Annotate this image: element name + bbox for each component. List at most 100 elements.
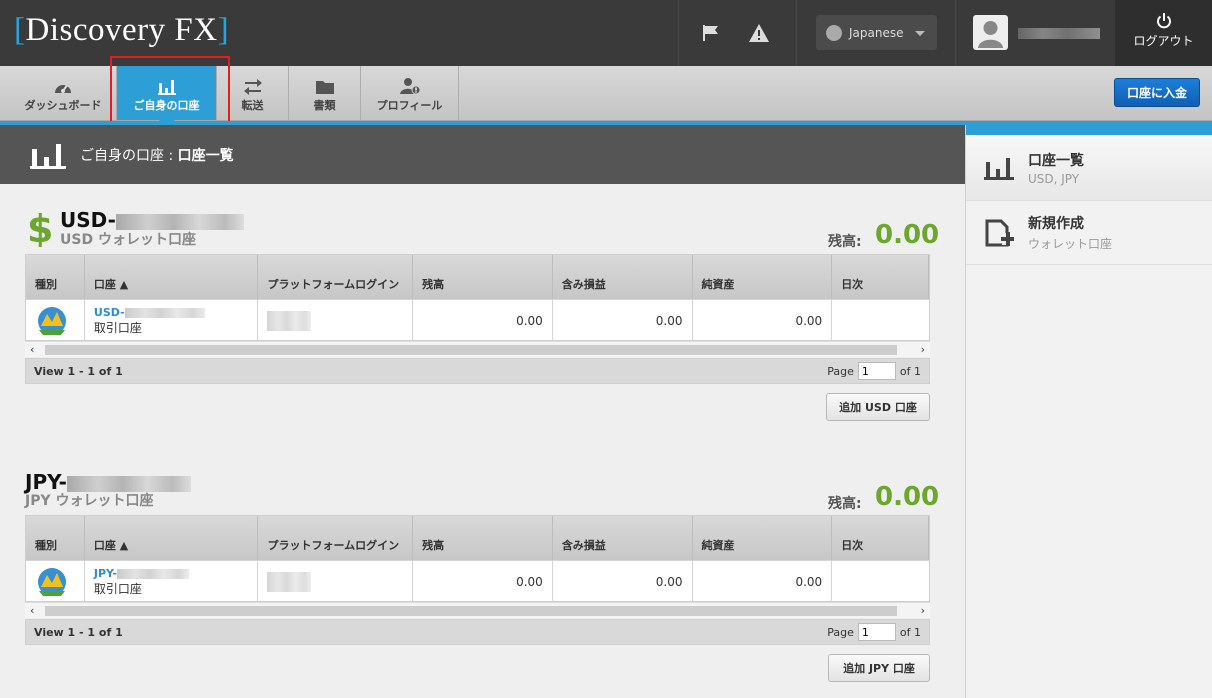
chevron-left-icon[interactable]: ‹ xyxy=(30,604,34,617)
logout-label: ログアウト xyxy=(1133,34,1194,48)
nav-label: 転送 xyxy=(241,99,264,112)
avatar[interactable] xyxy=(973,15,1008,50)
folder-icon xyxy=(289,77,360,95)
balance-label: 残高: xyxy=(828,496,862,512)
page-title: ご自身の口座 : 口座一覧 xyxy=(80,147,234,164)
col-unrealized[interactable]: 含み損益 xyxy=(553,255,693,299)
chevron-left-icon[interactable]: ‹ xyxy=(30,343,34,356)
col-balance[interactable]: 残高 xyxy=(413,516,553,560)
transfer-icon xyxy=(217,77,288,95)
col-equity[interactable]: 純資産 xyxy=(693,255,833,299)
bar-chart-icon xyxy=(30,143,66,169)
metatrader-icon xyxy=(38,306,66,335)
pager: View 1 - 1 of 1 Page of 1 xyxy=(25,619,930,645)
col-equity[interactable]: 純資産 xyxy=(693,516,833,560)
col-daily[interactable]: 日次 xyxy=(832,255,929,299)
usd-wallet-subtitle: USD ウォレット口座 xyxy=(60,232,196,248)
col-platform-login[interactable]: プラットフォームログイン xyxy=(258,255,414,299)
horizontal-scrollbar[interactable]: ‹ › xyxy=(25,602,930,618)
header-divider xyxy=(796,0,797,66)
daily-cell xyxy=(832,561,929,602)
col-account[interactable]: 口座 ▲ xyxy=(85,516,259,560)
add-jpy-account-button[interactable]: 追加 JPY 口座 xyxy=(828,654,930,682)
sidebar: 口座一覧 USD, JPY 新規作成 ウォレット口座 xyxy=(965,125,1212,698)
col-platform-login[interactable]: プラットフォームログイン xyxy=(258,516,414,560)
nav-documents[interactable]: 書類 xyxy=(289,66,361,120)
nav-transfer[interactable]: 転送 xyxy=(217,66,289,120)
account-type: 取引口座 xyxy=(93,321,142,335)
balance-value: 0.00 xyxy=(875,482,940,512)
col-type[interactable]: 種別 xyxy=(26,255,85,299)
sidebar-item-subtitle: ウォレット口座 xyxy=(1028,237,1113,251)
redacted-id xyxy=(116,568,189,579)
platform-login-cell xyxy=(258,561,414,602)
sidebar-item-account-list[interactable]: 口座一覧 USD, JPY xyxy=(966,135,1212,200)
page-label: Page xyxy=(827,625,854,639)
logout-button[interactable]: ログアウト xyxy=(1115,0,1212,66)
type-cell xyxy=(26,300,85,341)
page-total: of 1 xyxy=(899,625,921,639)
account-link[interactable]: JPY- xyxy=(94,567,117,580)
table-header: 種別 口座 ▲ プラットフォームログイン 残高 含み損益 純資産 日次 xyxy=(26,255,929,299)
page-title-bar: ご自身の口座 : 口座一覧 xyxy=(0,125,965,184)
metatrader-icon xyxy=(38,567,66,596)
nav-my-accounts[interactable]: ご自身の口座 xyxy=(117,66,217,128)
equity-cell: 0.00 xyxy=(693,561,833,602)
main-content: $ USD- USD ウォレット口座 残高: 0.00 種別 口座 ▲ プラット… xyxy=(0,184,965,698)
flag-icon[interactable] xyxy=(698,20,724,46)
scrollbar-thumb[interactable] xyxy=(45,345,897,355)
sidebar-item-new[interactable]: 新規作成 ウォレット口座 xyxy=(966,200,1212,265)
type-cell xyxy=(26,561,85,602)
nav-label: ご自身の口座 xyxy=(133,99,200,112)
col-daily[interactable]: 日次 xyxy=(832,516,929,560)
username-redacted xyxy=(1018,28,1100,39)
usd-accounts-table: 種別 口座 ▲ プラットフォームログイン 残高 含み損益 純資産 日次 USD-… xyxy=(25,254,930,341)
deposit-button[interactable]: 口座に入金 xyxy=(1114,78,1200,107)
balance-cell: 0.00 xyxy=(413,300,553,341)
dashboard-icon xyxy=(10,77,116,95)
nav-label: ダッシュボード xyxy=(24,99,102,112)
logo[interactable]: [Discovery FX] xyxy=(14,12,229,49)
nav-dashboard[interactable]: ダッシュボード xyxy=(10,66,117,120)
warning-icon[interactable] xyxy=(746,20,772,46)
user-icon xyxy=(978,21,1003,48)
bar-chart-icon xyxy=(984,157,1014,180)
page-input[interactable] xyxy=(857,362,896,380)
horizontal-scrollbar[interactable]: ‹ › xyxy=(25,341,930,357)
table-row: JPY- 取引口座 0.00 0.00 0.00 xyxy=(26,560,929,602)
nav-label: 書類 xyxy=(313,99,336,112)
balance-label: 残高: xyxy=(828,234,862,250)
language-select[interactable]: Japanese xyxy=(816,15,937,50)
unrealized-cell: 0.00 xyxy=(553,561,693,602)
jpy-accounts-table: 種別 口座 ▲ プラットフォームログイン 残高 含み損益 純資産 日次 JPY-… xyxy=(25,515,930,602)
sidebar-accent xyxy=(966,125,1212,135)
scrollbar-thumb[interactable] xyxy=(45,606,897,616)
sidebar-item-subtitle: USD, JPY xyxy=(1028,171,1080,186)
pager: View 1 - 1 of 1 Page of 1 xyxy=(25,358,930,384)
top-header: [Discovery FX] Japanese ログアウト xyxy=(0,0,1212,66)
account-link[interactable]: USD- xyxy=(94,306,125,319)
account-type: 取引口座 xyxy=(93,582,142,596)
balance-cell: 0.00 xyxy=(413,561,553,602)
daily-cell xyxy=(832,300,929,341)
svg-text:$: $ xyxy=(27,209,51,247)
nav-profile[interactable]: プロフィール xyxy=(361,66,459,120)
redacted-login xyxy=(267,310,312,331)
account-cell: USD- 取引口座 xyxy=(85,300,259,341)
col-unrealized[interactable]: 含み損益 xyxy=(553,516,693,560)
chevron-right-icon[interactable]: › xyxy=(921,343,925,356)
table-row: USD- 取引口座 0.00 0.00 0.00 xyxy=(26,299,929,341)
chevron-right-icon[interactable]: › xyxy=(921,604,925,617)
main-nav: ダッシュボード ご自身の口座 転送 書類 プロフィール xyxy=(0,66,1212,128)
col-type[interactable]: 種別 xyxy=(26,516,85,560)
add-usd-account-button[interactable]: 追加 USD 口座 xyxy=(826,393,930,421)
col-account[interactable]: 口座 ▲ xyxy=(85,255,259,299)
header-divider xyxy=(955,0,956,66)
redacted-id xyxy=(124,307,205,318)
page-input[interactable] xyxy=(857,623,896,641)
page-total: of 1 xyxy=(899,364,921,378)
bar-chart-icon xyxy=(117,77,216,95)
language-label: Japanese xyxy=(849,25,904,40)
redacted-login xyxy=(267,571,312,592)
col-balance[interactable]: 残高 xyxy=(413,255,553,299)
